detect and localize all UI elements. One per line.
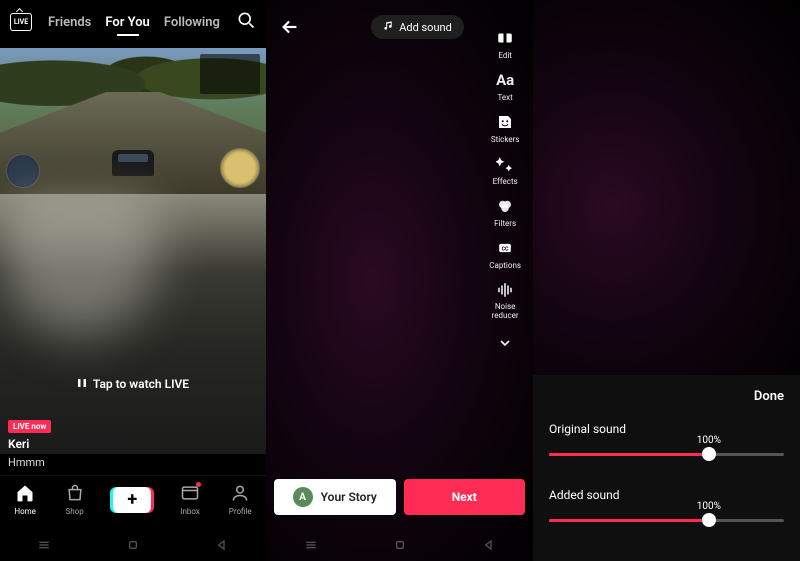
your-story-label: Your Story xyxy=(321,490,377,504)
original-sound-label: Original sound xyxy=(549,422,784,436)
tool-noise-reducer[interactable]: Noise reducer xyxy=(492,280,519,321)
home-icon xyxy=(15,483,35,505)
bottom-nav: Home Shop + Inbox Profile xyxy=(0,475,266,523)
android-system-nav xyxy=(266,533,533,561)
editor-pane: Add sound Edit AaText Stickers Effects F… xyxy=(266,0,533,561)
video-caption: Hmmm xyxy=(8,456,45,469)
added-sound-row: Added sound 100% xyxy=(549,488,784,530)
live-now-badge: LIVE now xyxy=(8,420,51,433)
back-sys-icon[interactable] xyxy=(481,537,497,557)
tool-effects[interactable]: Effects xyxy=(493,154,518,186)
chevron-down-icon xyxy=(497,335,513,351)
tool-edit[interactable]: Edit xyxy=(495,28,515,60)
tool-stickers[interactable]: Stickers xyxy=(491,112,520,144)
music-note-icon xyxy=(383,20,394,34)
sticker-icon xyxy=(495,112,515,132)
nav-profile[interactable]: Profile xyxy=(229,483,252,516)
added-sound-label: Added sound xyxy=(549,488,784,502)
author-username[interactable]: Keri xyxy=(8,437,29,451)
tap-live-label: Tap to watch LIVE xyxy=(93,377,189,391)
feed-topbar: LIVE Friends For You Following xyxy=(0,0,266,40)
next-button[interactable]: Next xyxy=(404,479,526,515)
captions-icon: CC xyxy=(495,238,515,258)
inbox-icon xyxy=(180,483,200,505)
tap-to-watch-live[interactable]: Tap to watch LIVE xyxy=(0,377,266,391)
volume-panel: Done Original sound 100% Added sound 100… xyxy=(533,375,800,561)
live-icon-label: LIVE xyxy=(14,18,28,26)
back-button[interactable] xyxy=(276,13,304,41)
video-preview[interactable] xyxy=(533,0,800,375)
nav-inbox[interactable]: Inbox xyxy=(180,483,200,516)
filters-icon xyxy=(495,196,515,216)
blurred-background xyxy=(0,194,266,454)
recents-icon[interactable] xyxy=(36,537,52,557)
original-sound-slider[interactable]: 100% xyxy=(549,444,784,464)
bag-icon xyxy=(65,483,85,505)
home-sys-icon[interactable] xyxy=(392,537,408,557)
add-sound-label: Add sound xyxy=(399,21,452,34)
audio-wave-icon xyxy=(495,280,515,300)
android-system-nav xyxy=(0,533,266,561)
home-sys-icon[interactable] xyxy=(125,537,141,557)
tool-captions[interactable]: CCCaptions xyxy=(489,238,521,270)
nav-shop-label: Shop xyxy=(66,507,84,516)
nav-home-label: Home xyxy=(14,507,36,516)
done-button[interactable]: Done xyxy=(549,389,784,404)
original-sound-row: Original sound 100% xyxy=(549,422,784,464)
editor-side-tools: Edit AaText Stickers Effects Filters CCC… xyxy=(489,28,521,355)
tab-friends[interactable]: Friends xyxy=(48,15,91,30)
feed-tabs: Friends For You Following xyxy=(44,15,224,30)
add-sound-button[interactable]: Add sound xyxy=(371,15,464,39)
pause-bars-icon xyxy=(77,377,87,391)
create-button[interactable]: + xyxy=(113,487,151,513)
tab-following[interactable]: Following xyxy=(164,15,220,30)
effects-icon xyxy=(495,154,515,174)
feed-pane: LIVE Friends For You Following Tap to wa… xyxy=(0,0,266,561)
search-icon[interactable] xyxy=(236,10,256,34)
tab-for-you[interactable]: For You xyxy=(105,15,149,30)
added-sound-slider[interactable]: 100% xyxy=(549,510,784,530)
svg-text:CC: CC xyxy=(502,246,509,252)
nav-shop[interactable]: Shop xyxy=(65,483,85,516)
nav-home[interactable]: Home xyxy=(14,483,36,516)
avatar: A xyxy=(293,487,313,507)
edit-icon xyxy=(495,28,515,48)
nav-inbox-label: Inbox xyxy=(180,507,200,516)
original-sound-percent: 100% xyxy=(697,435,721,446)
sound-mixer-pane: Done Original sound 100% Added sound 100… xyxy=(533,0,800,561)
nav-profile-label: Profile xyxy=(229,507,252,516)
added-sound-percent: 100% xyxy=(697,501,721,512)
live-icon[interactable]: LIVE xyxy=(10,13,32,31)
recents-icon[interactable] xyxy=(303,537,319,557)
person-icon xyxy=(230,483,250,505)
back-sys-icon[interactable] xyxy=(214,537,230,557)
live-preview[interactable] xyxy=(0,48,266,194)
editor-bottom-bar: A Your Story Next xyxy=(266,471,533,523)
your-story-button[interactable]: A Your Story xyxy=(274,479,396,515)
notification-dot-icon xyxy=(196,482,201,487)
text-icon: Aa xyxy=(495,70,515,90)
tool-text[interactable]: AaText xyxy=(495,70,515,102)
tool-filters[interactable]: Filters xyxy=(494,196,516,228)
expand-tools-button[interactable] xyxy=(497,335,513,355)
